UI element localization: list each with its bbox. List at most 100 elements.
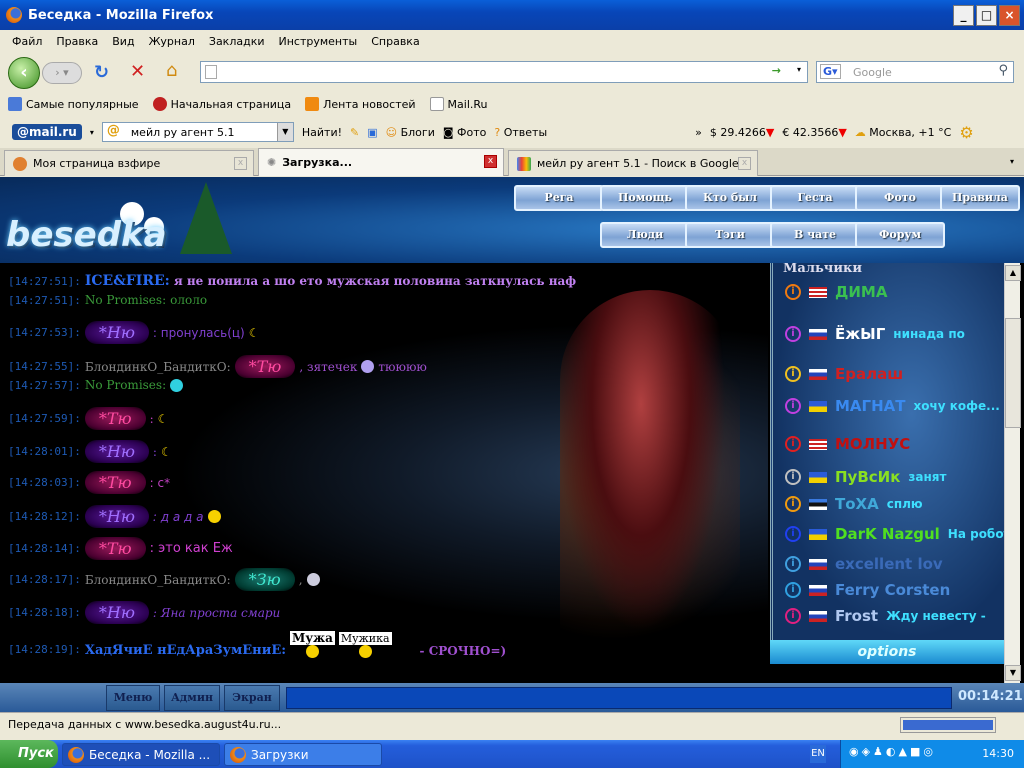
nav-tags[interactable]: Тэги — [685, 222, 775, 248]
nickname-image[interactable]: *Ню — [84, 505, 149, 528]
tab-google-search[interactable]: мейл ру агент 5.1 - Поиск в Google x — [508, 150, 758, 176]
user-name[interactable]: Ferry Corsten — [835, 581, 950, 599]
url-input[interactable]: → ▾ — [200, 61, 808, 83]
taskbar-item-firefox[interactable]: Беседка - Mozilla ... — [62, 743, 220, 766]
nickname-image[interactable]: *Ню — [84, 440, 149, 463]
user-list-item[interactable]: i МОЛНУС — [785, 435, 918, 453]
nickname[interactable]: No Promises: — [85, 293, 166, 307]
user-list-item[interactable]: i ПуВсИк занят — [785, 468, 946, 486]
combo-dropdown-icon[interactable]: ▼ — [276, 123, 293, 141]
back-button[interactable]: ‹ — [8, 57, 40, 89]
admin-button[interactable]: Админ — [164, 685, 220, 711]
language-indicator[interactable]: EN — [810, 745, 826, 763]
tab-loading[interactable]: ✺ Загрузка... x — [258, 148, 504, 176]
nav-rules[interactable]: Правила — [940, 185, 1020, 211]
nickname-image[interactable]: *Тю — [84, 537, 146, 560]
user-list-item[interactable]: i ЁжЫГ нинада по — [785, 325, 965, 343]
scroll-down-button[interactable]: ▼ — [1005, 665, 1021, 681]
nickname-image[interactable]: *Тю — [84, 471, 146, 494]
nav-in-chat[interactable]: В чате — [770, 222, 860, 248]
user-name[interactable]: ЁжЫГ — [835, 325, 885, 343]
user-list-item[interactable]: i ДИМА — [785, 283, 895, 301]
nickname-image[interactable]: *Зю — [234, 568, 295, 591]
taskbar-item-downloads[interactable]: Загрузки — [224, 743, 382, 766]
user-list-item[interactable]: i МАГНАТ хочу кофе... — [785, 397, 1000, 415]
go-arrow-icon[interactable]: → — [772, 64, 781, 77]
forward-button[interactable]: › ▾ — [42, 62, 82, 84]
minimize-button[interactable]: _ — [953, 5, 974, 26]
nav-guests[interactable]: Геста — [770, 185, 860, 211]
scroll-up-button[interactable]: ▲ — [1005, 265, 1021, 281]
menu-help[interactable]: Справка — [371, 35, 419, 48]
menu-file[interactable]: Файл — [12, 35, 42, 48]
user-name[interactable]: ДИМА — [835, 283, 887, 301]
nickname[interactable]: ICE&FIRE: — [85, 273, 170, 289]
tab-close-icon[interactable]: x — [738, 157, 751, 170]
nickname-image[interactable]: *Ню — [84, 601, 149, 624]
screen-button[interactable]: Экран — [224, 685, 280, 711]
nickname-image[interactable]: *Тю — [84, 407, 146, 430]
bookmark-most-visited[interactable]: Самые популярные — [8, 97, 139, 111]
more-chevron[interactable]: » — [695, 126, 702, 139]
pencil-icon[interactable]: ✎ — [350, 126, 359, 139]
nickname[interactable]: No Promises: — [85, 378, 166, 392]
menu-edit[interactable]: Правка — [56, 35, 98, 48]
tab-close-icon[interactable]: x — [484, 155, 497, 168]
close-button[interactable]: × — [999, 5, 1020, 26]
nav-rega[interactable]: Рега — [514, 185, 604, 211]
url-dropdown-icon[interactable]: ▾ — [797, 65, 801, 74]
user-name[interactable]: МАГНАТ — [835, 397, 906, 415]
user-name[interactable]: МОЛНУС — [835, 435, 910, 453]
tab-my-page[interactable]: Моя страница взфире x — [4, 150, 254, 176]
maximize-button[interactable]: □ — [976, 5, 997, 26]
user-list-scrollbar[interactable]: ▲ ▼ — [1004, 263, 1021, 683]
find-button[interactable]: Найти! — [302, 126, 342, 139]
user-list-item[interactable]: i Ferry Corsten — [785, 581, 958, 599]
user-list-item[interactable]: i Ералаш — [785, 365, 911, 383]
user-name[interactable]: ПуВсИк — [835, 468, 900, 486]
user-name[interactable]: ТоХА — [835, 495, 879, 513]
mailru-dropdown-icon[interactable]: ▾ — [90, 128, 94, 137]
home-icon[interactable]: ⌂ — [166, 60, 177, 81]
google-icon[interactable]: G▾ — [820, 64, 841, 79]
mailru-search-combo[interactable]: @ мейл ру агент 5.1 ▼ — [101, 122, 294, 142]
nickname-image[interactable]: *Ню — [84, 321, 149, 344]
weather[interactable]: ☁ Москва, +1 °C — [855, 126, 952, 139]
tab-list-dropdown-icon[interactable]: ▾ — [1004, 152, 1020, 172]
user-name[interactable]: excellent lov — [835, 555, 943, 573]
user-list-item[interactable]: i Frost Жду невесту - — [785, 607, 986, 625]
menu-view[interactable]: Вид — [112, 35, 134, 48]
photo-button[interactable]: ◙ Фото — [443, 126, 487, 139]
reload-icon[interactable]: ↻ — [94, 62, 109, 83]
scroll-thumb[interactable] — [1005, 318, 1021, 428]
bookmark-news-feed[interactable]: Лента новостей — [305, 97, 416, 111]
message-input[interactable] — [286, 687, 952, 709]
nickname-image[interactable]: *Тю — [234, 355, 296, 378]
menu-bookmarks[interactable]: Закладки — [209, 35, 265, 48]
nickname[interactable]: ХадЯчиЕ нЕдАраЗумЕниЕ: — [85, 643, 286, 658]
user-name[interactable]: Ералаш — [835, 365, 903, 383]
tray-icons[interactable]: ◉◈♟◐▲■◎ — [849, 745, 936, 758]
nav-who-was[interactable]: Кто был — [685, 185, 775, 211]
user-list-item[interactable]: i excellent lov — [785, 555, 951, 573]
bookmark-start-page[interactable]: Начальная страница — [152, 97, 291, 111]
user-name[interactable]: Frost — [835, 607, 878, 625]
options-button[interactable]: options — [770, 640, 1004, 664]
menu-button[interactable]: Меню — [106, 685, 160, 711]
answers-button[interactable]: ? Ответы — [494, 126, 547, 139]
bookmark-mailru[interactable]: Mail.Ru — [429, 97, 488, 111]
search-input[interactable]: G▾ Google ⚲ — [816, 61, 1014, 83]
user-list-item[interactable]: i ТоХА сплю — [785, 495, 923, 513]
nav-forum[interactable]: Форум — [855, 222, 945, 248]
menu-history[interactable]: Журнал — [149, 35, 195, 48]
settings-gear-icon[interactable]: ⚙ — [959, 123, 973, 142]
nickname[interactable]: БлондинкО_БандиткО: — [85, 573, 231, 587]
blogs-button[interactable]: ☺ Блоги — [386, 126, 435, 139]
search-icon[interactable]: ⚲ — [998, 63, 1008, 78]
menu-tools[interactable]: Инструменты — [279, 35, 358, 48]
nav-help[interactable]: Помощь — [600, 185, 690, 211]
document-search-icon[interactable]: ▣ — [367, 126, 377, 139]
stop-icon[interactable]: ✕ — [130, 61, 145, 82]
mailru-logo[interactable]: @mail.ru — [12, 124, 82, 140]
user-list-item[interactable]: i DarK Nazgul На роботе — [785, 525, 1004, 543]
